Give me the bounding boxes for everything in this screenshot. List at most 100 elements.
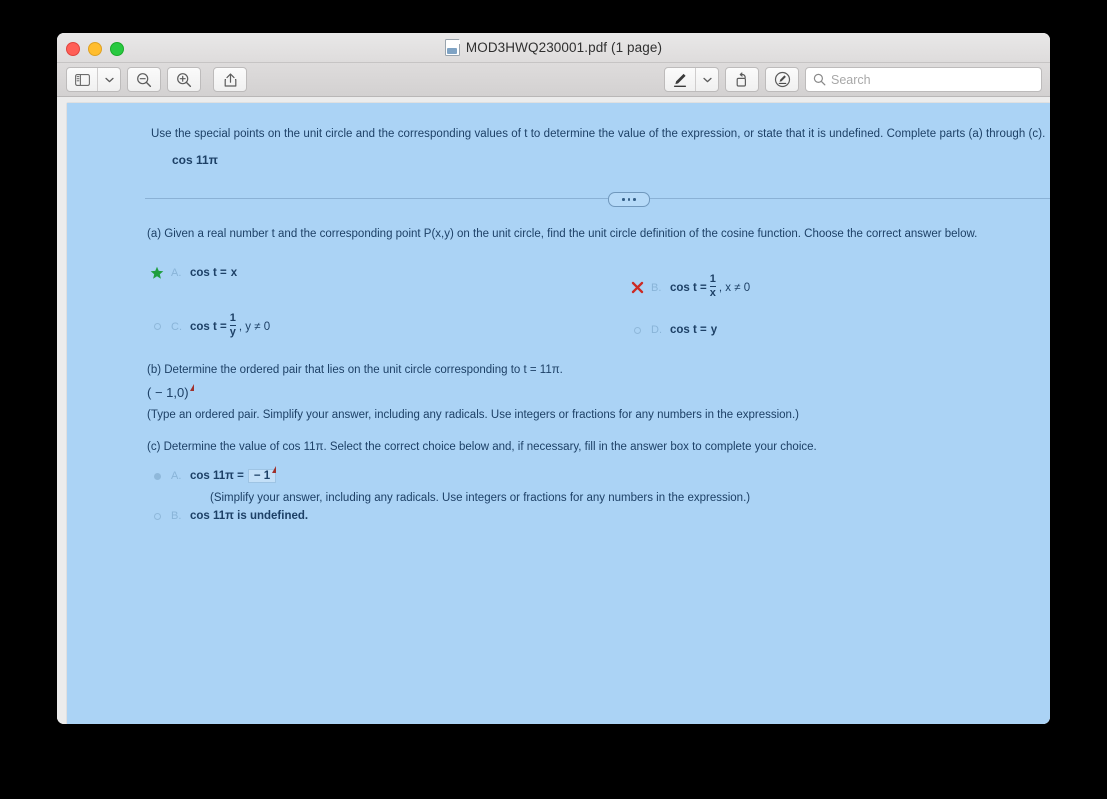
markup-options-chevron[interactable] (695, 68, 718, 91)
answer-cursor-marker (189, 384, 194, 391)
radio-selected-icon (153, 472, 161, 480)
zoom-window-button[interactable] (110, 42, 124, 56)
annotate-icon (774, 71, 790, 88)
option-a[interactable]: A. cos t = x (149, 265, 237, 281)
option-c-lhs: cos t = (190, 320, 227, 333)
pdf-page: Use the special points on the unit circl… (67, 103, 1050, 724)
sidebar-options-chevron[interactable] (97, 68, 120, 91)
minimize-window-button[interactable] (88, 42, 102, 56)
option-d-radio[interactable] (629, 322, 645, 338)
close-window-button[interactable] (66, 42, 80, 56)
option-b-lhs: cos t = (670, 281, 707, 294)
chevron-down-icon (702, 77, 712, 82)
part-a-prompt: (a) Given a real number t and the corres… (147, 228, 978, 240)
divider-rule (145, 198, 1050, 199)
markup-tool-group[interactable] (664, 67, 719, 92)
option-b-body: cos t = 1 x , x ≠ 0 (670, 273, 751, 300)
option-b[interactable]: B. cos t = 1 x , x ≠ 0 (629, 273, 751, 300)
part-b-prompt: (b) Determine the ordered pair that lies… (147, 364, 563, 376)
dot-icon (622, 198, 625, 201)
document-scroll-area[interactable]: Use the special points on the unit circl… (57, 97, 1050, 724)
part-c-option-a-lhs: cos 11π = (190, 470, 244, 482)
part-c-note: (Simplify your answer, including any rad… (210, 492, 751, 504)
option-d-body: cos t = y (670, 324, 717, 336)
part-c-option-a[interactable]: A. cos 11π = − 1 (149, 466, 277, 484)
preview-window: MOD3HWQ230001.pdf (1 page) Search Use th… (57, 33, 1050, 724)
dot-icon (627, 198, 631, 201)
option-a-body: cos t = x (190, 267, 237, 279)
markup-button[interactable] (665, 68, 695, 91)
option-a-letter: A. (171, 267, 182, 279)
radio-icon (153, 323, 161, 330)
traffic-light-group (66, 42, 124, 56)
option-b-letter: B. (651, 281, 662, 294)
part-b-note: (Type an ordered pair. Simplify your ans… (147, 409, 799, 421)
question-expression: cos 11π (172, 153, 218, 167)
sidebar-toggle-group[interactable] (66, 67, 121, 92)
option-b-condition: , x ≠ 0 (718, 281, 751, 294)
option-c-fraction: 1 y (229, 312, 236, 338)
x-glyph (631, 281, 643, 294)
window-title-bar[interactable]: MOD3HWQ230001.pdf (1 page) (57, 33, 1050, 63)
option-c[interactable]: C. cos t = 1 y , y ≠ 0 (149, 312, 271, 339)
toolbar: Search (57, 63, 1050, 97)
zoom-in-button[interactable] (167, 67, 201, 92)
chevron-down-icon (104, 77, 114, 82)
question-prompt: Use the special points on the unit circl… (151, 128, 1046, 140)
expand-section-ellipsis[interactable] (608, 192, 650, 207)
part-b-answer-value: ( − 1,0) (147, 385, 189, 400)
star-glyph (150, 266, 164, 279)
option-c-body: cos t = 1 y , y ≠ 0 (190, 312, 271, 339)
part-c-option-b-radio[interactable] (149, 508, 165, 524)
fraction-numerator: 1 (709, 273, 716, 285)
part-c-option-b-letter: B. (171, 510, 182, 522)
fraction-denominator: y (229, 325, 236, 338)
window-title-text: MOD3HWQ230001.pdf (1 page) (465, 40, 663, 55)
radio-icon (153, 512, 161, 520)
part-c-option-b[interactable]: B. cos 11π is undefined. (149, 508, 308, 524)
option-d-rhs: y (710, 324, 718, 336)
share-button[interactable] (213, 67, 247, 92)
markup-pen-icon (673, 73, 687, 87)
fraction-denominator: x (709, 286, 716, 299)
option-a-rhs: x (230, 267, 238, 279)
part-c-answer-box[interactable]: − 1 (247, 466, 277, 483)
window-title: MOD3HWQ230001.pdf (1 page) (57, 33, 1050, 62)
option-c-condition: , y ≠ 0 (238, 320, 271, 333)
fraction-numerator: 1 (229, 312, 236, 324)
part-c-prompt: (c) Determine the value of cos 11π. Sele… (147, 441, 817, 453)
zoom-in-icon (177, 72, 192, 87)
sidebar-toggle[interactable] (67, 68, 97, 91)
share-icon (224, 72, 236, 87)
part-b-answer: ( − 1,0) (147, 384, 194, 402)
option-b-fraction: 1 x (709, 273, 716, 299)
correct-star-icon (149, 265, 165, 281)
part-c-option-a-body: cos 11π = − 1 (190, 466, 277, 483)
screen: MOD3HWQ230001.pdf (1 page) Search Use th… (0, 0, 1107, 799)
incorrect-x-icon (629, 280, 645, 296)
option-d[interactable]: D. cos t = y (629, 322, 717, 338)
option-a-lhs: cos t = (190, 267, 227, 279)
search-input[interactable]: Search (805, 67, 1042, 92)
option-c-letter: C. (171, 320, 182, 333)
part-c-option-a-letter: A. (171, 470, 182, 482)
rotate-button[interactable] (725, 67, 759, 92)
toolbar-left-group (66, 67, 247, 92)
dot-icon (633, 198, 636, 201)
toolbar-right-group: Search (664, 67, 1042, 92)
rotate-icon (736, 71, 746, 87)
pdf-document-icon (444, 39, 460, 56)
radio-icon (633, 326, 641, 334)
option-d-lhs: cos t = (670, 324, 707, 336)
annotate-button[interactable] (765, 67, 799, 92)
search-placeholder: Search (831, 72, 871, 87)
part-c-option-b-body: cos 11π is undefined. (190, 510, 309, 522)
section-divider (145, 189, 1050, 207)
option-d-letter: D. (651, 324, 662, 336)
search-icon (813, 73, 826, 86)
sidebar-icon (74, 73, 90, 86)
zoom-out-icon (137, 72, 152, 87)
zoom-out-button[interactable] (127, 67, 161, 92)
part-c-option-a-radio[interactable] (149, 468, 165, 484)
option-c-radio[interactable] (149, 319, 165, 335)
